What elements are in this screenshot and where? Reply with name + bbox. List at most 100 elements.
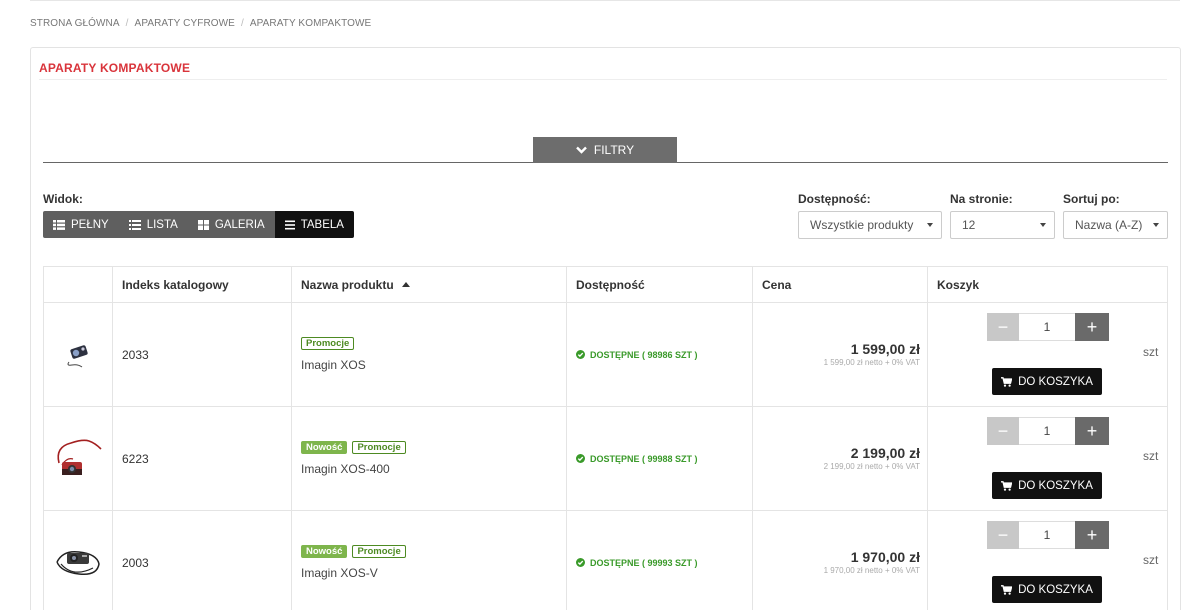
- availability-cell: DOSTĘPNE ( 98986 SZT ): [566, 302, 753, 407]
- view-list-label: LISTA: [146, 218, 178, 231]
- quantity-unit: szt: [1143, 553, 1159, 567]
- product-thumbnail[interactable]: [43, 406, 113, 511]
- price-net: 2 199,00 zł netto + 0% VAT: [823, 462, 920, 471]
- product-thumbnail[interactable]: [43, 510, 113, 610]
- col-header-name[interactable]: Nazwa produktu: [291, 266, 567, 303]
- quantity-decrease-button[interactable]: −: [987, 417, 1019, 445]
- availability-filter-label: Dostępność:: [798, 192, 871, 206]
- col-header-cart: Koszyk: [927, 266, 1168, 303]
- catalog-index: 2003: [112, 510, 292, 610]
- availability-status: DOSTĘPNE ( 99988 SZT ): [590, 453, 698, 464]
- check-circle-icon: [576, 558, 585, 567]
- add-to-cart-label: DO KOSZYKA: [1018, 583, 1093, 596]
- per-page-label: Na stronie:: [950, 192, 1013, 206]
- sort-select-value: Nazwa (A-Z): [1075, 218, 1143, 232]
- col-header-index[interactable]: Indeks katalogowy: [112, 266, 292, 303]
- new-badge: Nowość: [301, 545, 348, 558]
- category-panel: APARATY KOMPAKTOWE FILTRY Widok: PEŁNY L…: [30, 47, 1181, 610]
- products-table: Indeks katalogowy Nazwa produktu Dostępn…: [43, 266, 1168, 610]
- sort-asc-icon: [401, 281, 410, 287]
- add-to-cart-button[interactable]: DO KOSZYKA: [992, 576, 1102, 603]
- availability-select-value: Wszystkie produkty: [810, 218, 914, 232]
- sort-select[interactable]: Nazwa (A-Z): [1063, 211, 1168, 239]
- title-divider: [39, 79, 1167, 80]
- quantity-increase-button[interactable]: +: [1075, 417, 1109, 445]
- product-name-cell: Nowość Promocje Imagin XOS-400: [291, 406, 567, 511]
- quantity-unit: szt: [1143, 345, 1159, 359]
- view-list-button[interactable]: LISTA: [118, 211, 188, 238]
- view-label: Widok:: [43, 192, 83, 206]
- promo-badge: Promocje: [301, 337, 355, 350]
- new-badge: Nowość: [301, 441, 348, 454]
- promo-badge: Promocje: [352, 545, 406, 558]
- quantity-unit: szt: [1143, 449, 1159, 463]
- product-name-link[interactable]: Imagin XOS-V: [301, 566, 378, 580]
- sort-label: Sortuj po:: [1063, 192, 1120, 206]
- table-row: 6223 Nowość Promocje Imagin XOS-400 DOST…: [43, 406, 1168, 511]
- camera-image: [56, 550, 100, 575]
- view-gallery-button[interactable]: GALERIA: [187, 211, 275, 238]
- add-to-cart-button[interactable]: DO KOSZYKA: [992, 472, 1102, 499]
- product-name-cell: Promocje Imagin XOS: [291, 302, 567, 407]
- quantity-stepper: − 1 +: [987, 521, 1109, 549]
- catalog-index: 2033: [112, 302, 292, 407]
- availability-cell: DOSTĘPNE ( 99988 SZT ): [566, 406, 753, 511]
- view-full-button[interactable]: PEŁNY: [43, 211, 119, 238]
- price-cell: 1 599,00 zł 1 599,00 zł netto + 0% VAT: [752, 302, 928, 407]
- price-cell: 2 199,00 zł 2 199,00 zł netto + 0% VAT: [752, 406, 928, 511]
- camera-image: [57, 439, 102, 475]
- product-name-link[interactable]: Imagin XOS: [301, 358, 366, 372]
- product-thumbnail[interactable]: [43, 302, 113, 407]
- col-header-name-label: Nazwa produktu: [301, 277, 394, 292]
- view-switcher: PEŁNY LISTA GALERIA TABELA: [43, 211, 354, 238]
- quantity-decrease-button[interactable]: −: [987, 313, 1019, 341]
- breadcrumb: STRONA GŁÓWNA / APARATY CYFROWE / APARATY KO…: [30, 18, 372, 29]
- quantity-input[interactable]: 1: [1019, 417, 1075, 445]
- page-title: APARATY KOMPAKTOWE: [39, 61, 191, 75]
- quantity-stepper: − 1 +: [987, 417, 1109, 445]
- badges: Promocje: [301, 337, 566, 350]
- camera-image: [67, 344, 88, 367]
- availability-select[interactable]: Wszystkie produkty: [798, 211, 942, 239]
- cart-cell: − 1 + szt DO KOSZYKA: [927, 510, 1168, 610]
- breadcrumb-compact-cameras: APARATY KOMPAKTOWE: [249, 18, 372, 29]
- cart-icon: [1001, 480, 1013, 491]
- price-gross: 2 199,00 zł: [850, 445, 920, 461]
- list-icon: [128, 219, 141, 230]
- quantity-decrease-button[interactable]: −: [987, 521, 1019, 549]
- quantity-stepper: − 1 +: [987, 313, 1109, 341]
- quantity-increase-button[interactable]: +: [1075, 313, 1109, 341]
- promo-badge: Promocje: [352, 441, 406, 454]
- add-to-cart-label: DO KOSZYKA: [1018, 479, 1093, 492]
- price-gross: 1 970,00 zł: [850, 549, 920, 565]
- col-header-availability[interactable]: Dostępność: [566, 266, 753, 303]
- add-to-cart-label: DO KOSZYKA: [1018, 375, 1093, 388]
- col-header-image: [43, 266, 113, 303]
- per-page-select[interactable]: 12: [950, 211, 1055, 239]
- price-net: 1 970,00 zł netto + 0% VAT: [823, 566, 920, 575]
- quantity-input[interactable]: 1: [1019, 313, 1075, 341]
- quantity-increase-button[interactable]: +: [1075, 521, 1109, 549]
- breadcrumb-digital-cameras[interactable]: APARATY CYFROWE: [135, 18, 235, 29]
- badges: Nowość Promocje: [301, 441, 566, 454]
- chevron-down-icon: [576, 146, 587, 154]
- table-icon: [284, 220, 295, 229]
- product-name-link[interactable]: Imagin XOS-400: [301, 462, 390, 476]
- view-table-button[interactable]: TABELA: [274, 211, 354, 238]
- view-full-label: PEŁNY: [71, 218, 109, 231]
- quantity-input[interactable]: 1: [1019, 521, 1075, 549]
- filters-toggle-button[interactable]: FILTRY: [533, 137, 677, 163]
- table-row: 2033 Promocje Imagin XOS DOSTĘPNE ( 9898…: [43, 302, 1168, 407]
- price-gross: 1 599,00 zł: [850, 341, 920, 357]
- table-header-row: Indeks katalogowy Nazwa produktu Dostępn…: [43, 266, 1168, 303]
- list-full-icon: [53, 219, 65, 230]
- add-to-cart-button[interactable]: DO KOSZYKA: [992, 368, 1102, 395]
- availability-cell: DOSTĘPNE ( 99993 SZT ): [566, 510, 753, 610]
- availability-status: DOSTĘPNE ( 98986 SZT ): [590, 349, 698, 360]
- col-header-price[interactable]: Cena: [752, 266, 928, 303]
- catalog-index: 6223: [112, 406, 292, 511]
- filters-label: FILTRY: [593, 143, 635, 157]
- breadcrumb-home[interactable]: STRONA GŁÓWNA: [30, 18, 120, 29]
- per-page-select-value: 12: [962, 218, 976, 232]
- cart-icon: [1001, 376, 1013, 387]
